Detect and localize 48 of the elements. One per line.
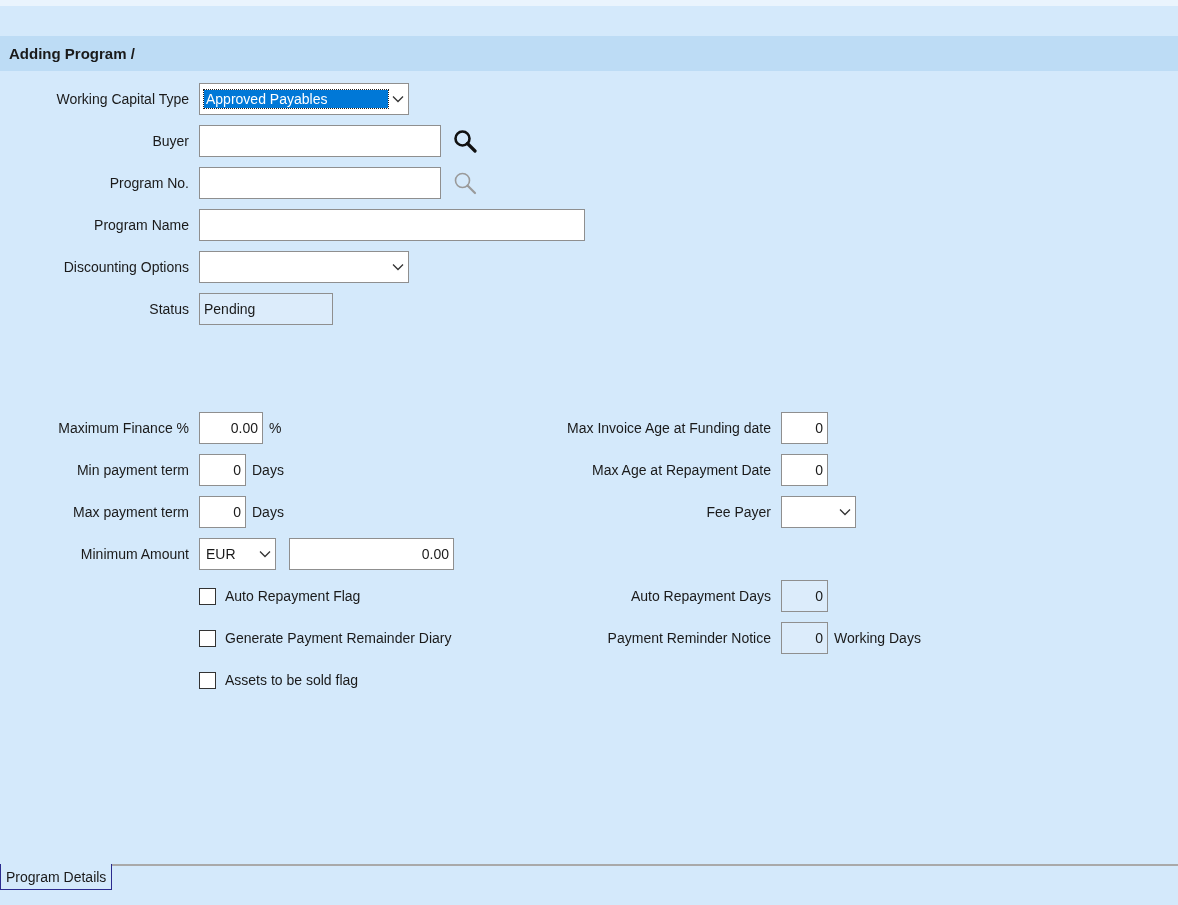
field-label: Max payment term <box>72 504 190 520</box>
checkbox-label: Auto Repayment Flag <box>225 588 361 604</box>
field-label: Auto Repayment Days <box>629 588 772 604</box>
input-field[interactable] <box>199 167 441 199</box>
field-label: Program No. <box>108 175 190 191</box>
input-field[interactable]: 0.00 <box>199 412 263 444</box>
unit-label: Working Days <box>834 630 921 646</box>
input-field[interactable]: 0 <box>199 454 246 486</box>
amount-field[interactable]: 0.00 <box>289 538 454 570</box>
field-label: Payment Reminder Notice <box>606 630 772 646</box>
checkbox[interactable] <box>199 587 216 605</box>
field-label: Fee Payer <box>705 504 772 520</box>
dropdown-field[interactable] <box>781 496 856 528</box>
dropdown-field[interactable]: Approved Payables <box>199 83 409 115</box>
field-label: Status <box>148 301 190 317</box>
status-field: Pending <box>199 293 333 325</box>
unit-label: Days <box>252 462 284 478</box>
tab[interactable]: Program Details <box>0 864 113 890</box>
field-label: Buyer <box>151 133 190 149</box>
chevron-down-icon <box>392 263 404 271</box>
field-label: Discounting Options <box>62 259 190 275</box>
search-button[interactable] <box>453 129 477 153</box>
field-label: Max Invoice Age at Funding date <box>566 420 772 436</box>
input-field[interactable] <box>199 209 585 241</box>
field-label: Program Name <box>93 217 190 233</box>
input-field: 0 <box>781 622 828 654</box>
dropdown-field[interactable] <box>199 251 409 283</box>
field-label: Min payment term <box>75 462 190 478</box>
checkbox[interactable] <box>199 629 216 647</box>
input-field: 0 <box>781 580 828 612</box>
checkbox[interactable] <box>199 671 216 689</box>
field-label: Working Capital Type <box>55 91 190 107</box>
input-field[interactable]: 0 <box>199 496 246 528</box>
input-field[interactable]: 0 <box>781 454 828 486</box>
chevron-down-icon <box>839 508 851 516</box>
field-label: Minimum Amount <box>79 546 190 562</box>
field-label: Max Age at Repayment Date <box>591 462 772 478</box>
input-field[interactable]: 0 <box>781 412 828 444</box>
page-title: Adding Program / <box>9 45 135 62</box>
input-field[interactable] <box>199 125 441 157</box>
unit-label: % <box>269 420 282 436</box>
checkbox-label: Assets to be sold flag <box>225 672 359 688</box>
checkbox-label: Generate Payment Remainder Diary <box>225 630 452 646</box>
field-label: Maximum Finance % <box>57 420 190 436</box>
currency-dropdown[interactable]: EUR <box>199 538 276 570</box>
chevron-down-icon <box>392 95 404 103</box>
chevron-down-icon <box>259 550 271 558</box>
unit-label: Days <box>252 504 284 520</box>
